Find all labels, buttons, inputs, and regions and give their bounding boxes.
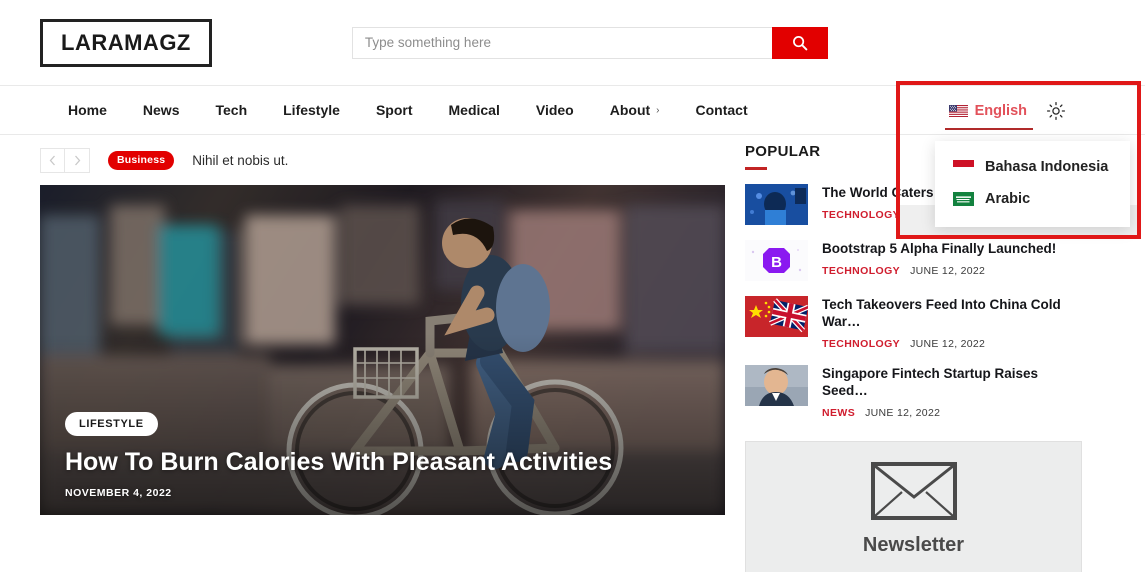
nav-label: Sport (376, 102, 413, 118)
svg-text:B: B (771, 254, 782, 271)
popular-body: Tech Takeovers Feed Into China Cold War…… (822, 296, 1082, 350)
popular-body: Bootstrap 5 Alpha Finally Launched! TECH… (822, 240, 1056, 277)
nav-label: Video (536, 102, 574, 118)
slider-arrows (40, 148, 90, 173)
newsletter-widget[interactable]: Newsletter (745, 441, 1082, 572)
logo-text: LARAMAGZ (61, 30, 191, 56)
envelope-icon (871, 462, 957, 520)
popular-meta: TECHNOLOGY JUNE 12, 2022 (822, 265, 1056, 277)
popular-title[interactable]: Tech Takeovers Feed Into China Cold War… (822, 297, 1082, 331)
popular-date: JUNE 12, 2022 (865, 407, 940, 419)
search-icon (792, 35, 808, 51)
section-rule (745, 167, 767, 170)
search-bar (352, 27, 828, 59)
primary-column: Business Nihil et nobis ut. (40, 135, 725, 572)
page-root: LARAMAGZ Home News Tech Life (0, 0, 1145, 572)
featured-slider-header: Business Nihil et nobis ut. (40, 135, 725, 185)
slider-headline[interactable]: Nihil et nobis ut. (192, 153, 288, 168)
hero-title[interactable]: How To Burn Calories With Pleasant Activ… (65, 448, 700, 477)
nav-item-about[interactable]: About › (592, 102, 678, 118)
main-navigation: Home News Tech Lifestyle Sport Medical V… (0, 85, 1145, 135)
hacker-blue-thumb-icon (745, 184, 808, 225)
hero-featured-article[interactable]: LIFESTYLE How To Burn Calories With Plea… (40, 185, 725, 515)
list-item[interactable]: Singapore Fintech Startup Raises Seed… N… (745, 365, 1082, 419)
chevron-right-icon: › (656, 105, 659, 116)
nav-utilities: English (947, 86, 1145, 136)
popular-title[interactable]: Bootstrap 5 Alpha Finally Launched! (822, 241, 1056, 258)
nav-item-contact[interactable]: Contact (678, 102, 766, 118)
popular-meta: NEWS JUNE 12, 2022 (822, 407, 1082, 419)
us-flag-icon (949, 105, 968, 117)
bootstrap-logo-thumb-icon: B (745, 240, 808, 281)
popular-category[interactable]: TECHNOLOGY (822, 209, 900, 221)
popular-thumbnail (745, 365, 808, 406)
nav-label: News (143, 102, 180, 118)
newsletter-label: Newsletter (863, 534, 964, 557)
nav-item-home[interactable]: Home (50, 102, 125, 118)
popular-title[interactable]: Singapore Fintech Startup Raises Seed… (822, 366, 1082, 400)
man-portrait-thumb-icon (745, 365, 808, 406)
site-logo[interactable]: LARAMAGZ (40, 19, 212, 67)
language-current-label: English (975, 103, 1027, 119)
nav-label: Home (68, 102, 107, 118)
chevron-right-icon (74, 155, 81, 166)
slider-prev-button[interactable] (40, 148, 65, 173)
nav-item-lifestyle[interactable]: Lifestyle (265, 102, 358, 118)
china-uk-flags-thumb-icon (745, 296, 808, 337)
language-dropdown-menu: Bahasa Indonesia Arabic (935, 141, 1130, 227)
search-button[interactable] (772, 27, 828, 59)
nav-label: About (610, 102, 650, 118)
site-header: LARAMAGZ (0, 0, 1145, 85)
popular-thumbnail (745, 296, 808, 337)
nav-item-medical[interactable]: Medical (431, 102, 518, 118)
hero-caption: LIFESTYLE How To Burn Calories With Plea… (65, 412, 700, 499)
nav-item-news[interactable]: News (125, 102, 198, 118)
popular-date: JUNE 12, 2022 (910, 338, 985, 350)
popular-thumbnail (745, 184, 808, 225)
indonesia-flag-icon (953, 160, 974, 174)
nav-label: Lifestyle (283, 102, 340, 118)
hero-category-badge[interactable]: LIFESTYLE (65, 412, 158, 436)
nav-label: Contact (696, 102, 748, 118)
theme-toggle-button[interactable] (1045, 100, 1067, 122)
popular-date: JUNE 12, 2022 (910, 265, 985, 277)
nav-item-tech[interactable]: Tech (197, 102, 265, 118)
nav-label: Tech (215, 102, 247, 118)
language-switcher-toggle[interactable]: English (947, 89, 1029, 133)
language-option-label: Bahasa Indonesia (985, 159, 1108, 175)
slider-next-button[interactable] (65, 148, 90, 173)
sun-icon (1046, 101, 1066, 121)
language-option-label: Arabic (985, 191, 1030, 207)
chevron-left-icon (49, 155, 56, 166)
popular-category[interactable]: NEWS (822, 407, 855, 419)
saudi-arabia-flag-icon (953, 192, 974, 206)
popular-meta: TECHNOLOGY JUNE 12, 2022 (822, 338, 1082, 350)
popular-thumbnail: B (745, 240, 808, 281)
language-option-arabic[interactable]: Arabic (935, 183, 1130, 215)
nav-label: Medical (449, 102, 500, 118)
nav-item-video[interactable]: Video (518, 102, 592, 118)
popular-category[interactable]: TECHNOLOGY (822, 265, 900, 277)
list-item[interactable]: Tech Takeovers Feed Into China Cold War…… (745, 296, 1082, 350)
language-option-bahasa-indonesia[interactable]: Bahasa Indonesia (935, 151, 1130, 183)
popular-body: Singapore Fintech Startup Raises Seed… N… (822, 365, 1082, 419)
search-input[interactable] (352, 27, 772, 59)
list-item[interactable]: B Bootstrap 5 Alpha Finally Launched! TE… (745, 240, 1082, 281)
popular-category[interactable]: TECHNOLOGY (822, 338, 900, 350)
nav-item-sport[interactable]: Sport (358, 102, 431, 118)
nav-item-list: Home News Tech Lifestyle Sport Medical V… (0, 102, 766, 118)
slider-category-badge[interactable]: Business (108, 151, 174, 170)
hero-date: NOVEMBER 4, 2022 (65, 487, 700, 499)
